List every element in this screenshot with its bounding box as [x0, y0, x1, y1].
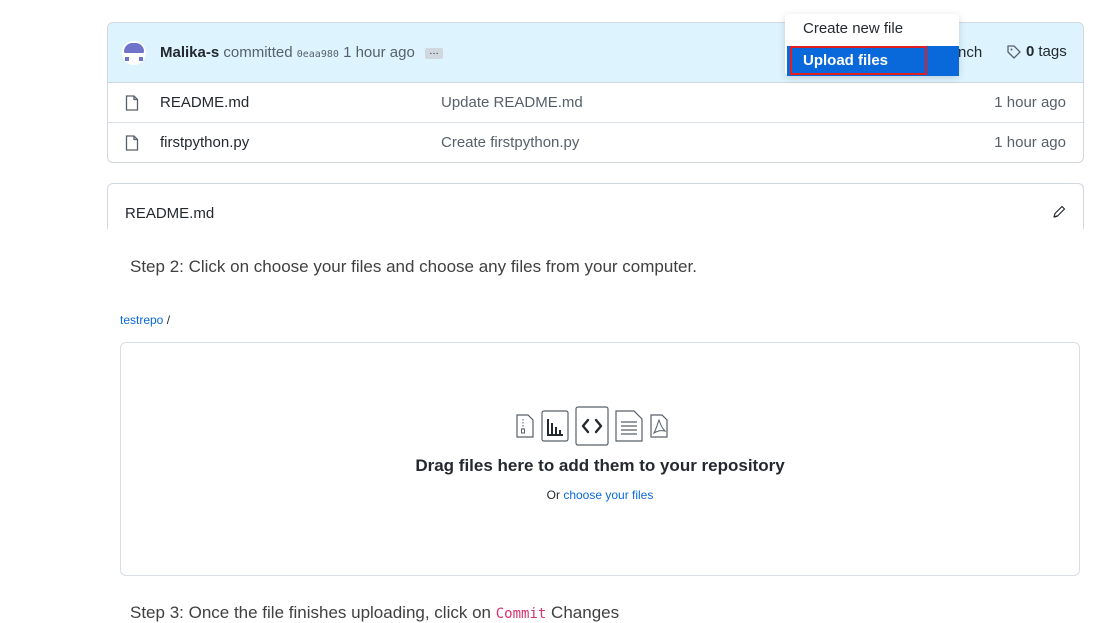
- code-file-icon: [575, 406, 609, 446]
- commit-time: 1 hour ago: [343, 44, 415, 61]
- zip-file-icon: [516, 414, 534, 438]
- pencil-icon[interactable]: [1051, 204, 1067, 220]
- drop-zone-title: Drag files here to add them to your repo…: [415, 456, 785, 475]
- menu-item-create-new-file[interactable]: Create new file: [803, 20, 903, 37]
- step-3-prefix: Step 3: Once the file finishes uploading…: [130, 603, 491, 622]
- annotation-highlight-box: [790, 46, 927, 75]
- tags-link[interactable]: 0 tags: [1006, 43, 1067, 60]
- step-3-text: Step 3: Once the file finishes uploading…: [130, 603, 619, 623]
- expand-commit-button[interactable]: …: [424, 46, 443, 59]
- commit-verb: committed: [223, 44, 293, 61]
- or-text: Or: [546, 488, 560, 502]
- branches-link[interactable]: nch: [958, 44, 982, 61]
- choose-files-link[interactable]: choose your files: [563, 488, 653, 502]
- chart-file-icon: [541, 410, 569, 442]
- avatar[interactable]: [122, 41, 146, 65]
- file-name[interactable]: README.md: [160, 94, 249, 111]
- pdf-file-icon: [650, 414, 668, 438]
- file-time: 1 hour ago: [994, 134, 1066, 151]
- tags-count: 0: [1026, 43, 1035, 60]
- file-commit-message[interactable]: Update README.md: [441, 94, 583, 111]
- breadcrumb: testrepo /: [120, 313, 170, 327]
- file-time: 1 hour ago: [994, 94, 1066, 111]
- commit-sha[interactable]: 0eaa980: [297, 49, 339, 60]
- commit-author[interactable]: Malika-s: [160, 44, 219, 61]
- file-icon: [125, 135, 139, 151]
- step-3-suffix: Changes: [551, 603, 620, 622]
- file-name[interactable]: firstpython.py: [160, 134, 249, 151]
- upload-drop-zone[interactable]: Drag files here to add them to your repo…: [120, 342, 1080, 576]
- file-type-icons: [515, 406, 669, 446]
- branches-label: nch: [958, 44, 983, 61]
- breadcrumb-separator: /: [166, 313, 171, 327]
- file-row[interactable]: README.md Update README.md 1 hour ago: [108, 83, 1083, 123]
- readme-panel: README.md: [107, 183, 1084, 229]
- step-2-text: Step 2: Click on choose your files and c…: [130, 257, 697, 276]
- text-file-icon: [615, 410, 643, 442]
- drop-zone-subtitle: Or choose your files: [121, 488, 1079, 502]
- breadcrumb-repo-link[interactable]: testrepo: [120, 313, 163, 327]
- tags-label: tags: [1038, 43, 1067, 60]
- commit-summary: Malika-s committed 0eaa980 1 hour ago …: [160, 43, 443, 65]
- tag-icon: [1007, 44, 1021, 59]
- file-row[interactable]: firstpython.py Create firstpython.py 1 h…: [108, 123, 1083, 162]
- file-commit-message[interactable]: Create firstpython.py: [441, 134, 579, 151]
- readme-title: README.md: [125, 205, 215, 222]
- file-icon: [125, 95, 139, 111]
